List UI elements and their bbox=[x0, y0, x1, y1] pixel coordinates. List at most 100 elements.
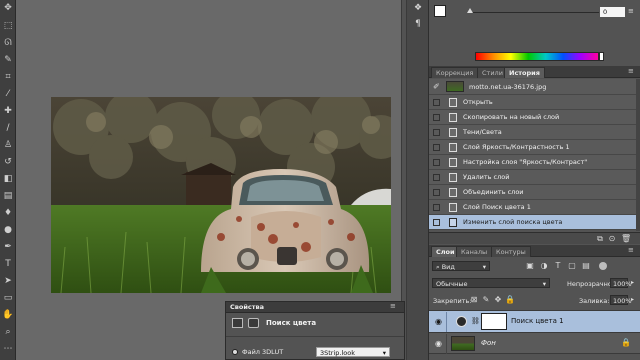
hand-tool-icon[interactable]: ✋ bbox=[2, 309, 14, 321]
lasso-tool-icon[interactable]: ᘏ bbox=[2, 37, 14, 49]
lock-position-icon[interactable]: ✥ bbox=[493, 295, 503, 305]
foreground-color-swatch[interactable] bbox=[434, 5, 446, 17]
layer-name[interactable]: Фон bbox=[481, 339, 496, 347]
history-source-checkbox[interactable] bbox=[433, 129, 440, 136]
quick-select-tool-icon[interactable]: ✎ bbox=[2, 54, 14, 66]
history-state-item[interactable]: Изменить слой поиска цвета bbox=[429, 215, 636, 230]
lock-transparency-icon[interactable]: ⊠ bbox=[469, 295, 479, 305]
history-state-item[interactable]: Тени/Света bbox=[429, 125, 636, 140]
history-state-item[interactable]: Настройка слоя "Яркость/Контраст" bbox=[429, 155, 636, 170]
panel-menu-icon[interactable]: ≡ bbox=[628, 7, 638, 17]
blend-mode-select[interactable]: Обычные ▾ bbox=[432, 278, 550, 288]
white-swatch[interactable] bbox=[599, 52, 604, 61]
tab-adjustments[interactable]: Коррекция bbox=[431, 67, 479, 78]
lock-all-icon[interactable]: 🔒 bbox=[505, 295, 515, 305]
history-state-item[interactable]: Открыть bbox=[429, 95, 636, 110]
lock-icon: 🔒 bbox=[621, 338, 631, 347]
filter-pixel-icon[interactable]: ▣ bbox=[525, 261, 535, 271]
layer-mask-thumbnail[interactable] bbox=[481, 313, 507, 330]
history-state-item[interactable]: Удалить слой bbox=[429, 170, 636, 185]
history-source-checkbox[interactable] bbox=[433, 159, 440, 166]
color-ramp[interactable] bbox=[475, 52, 599, 61]
color-slider-track[interactable] bbox=[469, 12, 599, 13]
layer-name[interactable]: Поиск цвета 1 bbox=[511, 317, 564, 325]
history-state-icon bbox=[449, 218, 457, 227]
snapshot-thumbnail bbox=[446, 81, 464, 92]
chevron-right-icon[interactable]: ▸ bbox=[631, 279, 634, 286]
zoom-tool-icon[interactable]: ⌕ bbox=[2, 326, 14, 338]
camera-snapshot-icon[interactable]: ⊙ bbox=[607, 234, 617, 244]
shape-tool-icon[interactable]: ▭ bbox=[2, 292, 14, 304]
layer-filter-select[interactable]: ⌕ Вид ▾ bbox=[432, 261, 490, 271]
3dlut-select[interactable]: 3Strip.look ▾ bbox=[316, 347, 390, 357]
radio-3dlut[interactable] bbox=[232, 349, 238, 355]
eyedropper-tool-icon[interactable]: ⁄ bbox=[2, 88, 14, 100]
more-tools-icon[interactable]: ⋯ bbox=[2, 343, 14, 355]
history-state-label: Изменить слой поиска цвета bbox=[463, 218, 563, 226]
properties-subtitle: Поиск цвета bbox=[266, 319, 317, 327]
color-slider-value[interactable]: 0 bbox=[600, 7, 625, 17]
history-state-item[interactable]: Объединить слои bbox=[429, 185, 636, 200]
eye-visibility-icon[interactable]: ◉ bbox=[435, 317, 442, 326]
history-state-label: Слой Поиск цвета 1 bbox=[463, 203, 531, 211]
adjustment-icon[interactable] bbox=[232, 318, 243, 328]
document-image[interactable] bbox=[51, 97, 391, 293]
properties-header[interactable]: Свойства ≡ bbox=[226, 302, 404, 313]
marquee-tool-icon[interactable]: ⬚ bbox=[2, 20, 14, 32]
layer-row[interactable]: ◉ ⛓ Поиск цвета 1 bbox=[429, 310, 640, 332]
move-tool-icon[interactable]: ✥ bbox=[2, 2, 14, 14]
brush-tool-icon[interactable]: / bbox=[2, 122, 14, 134]
color-slider-thumb[interactable] bbox=[467, 8, 473, 13]
history-scrollbar[interactable] bbox=[636, 79, 640, 231]
type-tool-icon[interactable]: T bbox=[2, 258, 14, 270]
history-brush-tool-icon[interactable]: ↺ bbox=[2, 156, 14, 168]
lock-pixels-icon[interactable]: ✎ bbox=[481, 295, 491, 305]
layer-divider bbox=[446, 312, 447, 332]
gradient-tool-icon[interactable]: ▤ bbox=[2, 190, 14, 202]
history-source-checkbox[interactable] bbox=[433, 204, 440, 211]
layer-row[interactable]: ◉ Фон 🔒 bbox=[429, 332, 640, 354]
history-source-checkbox[interactable] bbox=[433, 114, 440, 121]
crop-tool-icon[interactable]: ⌗ bbox=[2, 71, 14, 83]
filter-toggle-icon[interactable] bbox=[599, 262, 607, 270]
path-select-tool-icon[interactable]: ➤ bbox=[2, 275, 14, 287]
chevron-down-icon: ▾ bbox=[482, 263, 486, 271]
blur-tool-icon[interactable]: ♦ bbox=[2, 207, 14, 219]
history-state-icon bbox=[449, 188, 457, 197]
filter-smart-object-icon[interactable]: ▤ bbox=[581, 261, 591, 271]
history-snapshot[interactable]: ✐ motto.net.ua-36176.jpg bbox=[429, 79, 636, 95]
eye-visibility-icon[interactable]: ◉ bbox=[435, 339, 442, 348]
healing-brush-tool-icon[interactable]: ✚ bbox=[2, 105, 14, 117]
pen-tool-icon[interactable]: ✒ bbox=[2, 241, 14, 253]
opacity-input[interactable]: 100% bbox=[610, 278, 632, 288]
history-source-checkbox[interactable] bbox=[433, 144, 440, 151]
history-panel-icon[interactable]: ❖ bbox=[411, 2, 425, 14]
history-state-item[interactable]: Слой Поиск цвета 1 bbox=[429, 200, 636, 215]
history-brush-source-icon[interactable]: ✐ bbox=[433, 82, 440, 91]
mask-icon[interactable] bbox=[248, 318, 259, 328]
filter-shape-icon[interactable]: ▢ bbox=[567, 261, 577, 271]
history-source-checkbox[interactable] bbox=[433, 174, 440, 181]
tab-paths[interactable]: Контуры bbox=[491, 246, 531, 257]
history-source-checkbox[interactable] bbox=[433, 99, 440, 106]
paragraph-panel-icon[interactable]: ¶ bbox=[411, 18, 425, 30]
trash-icon[interactable]: 🗑 bbox=[621, 234, 631, 244]
history-source-checkbox[interactable] bbox=[433, 189, 440, 196]
panel-menu-icon[interactable]: ≡ bbox=[628, 67, 634, 75]
dodge-tool-icon[interactable]: ● bbox=[2, 224, 14, 236]
history-state-item[interactable]: Скопировать на новый слой bbox=[429, 110, 636, 125]
filter-adjustment-icon[interactable]: ◑ bbox=[539, 261, 549, 271]
panel-menu-icon[interactable]: ≡ bbox=[390, 302, 396, 310]
tab-history[interactable]: История bbox=[504, 67, 545, 78]
chain-link-icon[interactable]: ⛓ bbox=[471, 317, 480, 325]
eraser-tool-icon[interactable]: ◧ bbox=[2, 173, 14, 185]
history-source-checkbox[interactable] bbox=[433, 219, 440, 226]
panel-menu-icon[interactable]: ≡ bbox=[628, 246, 634, 254]
clone-stamp-tool-icon[interactable]: ♙ bbox=[2, 139, 14, 151]
fill-input[interactable]: 100% bbox=[610, 295, 632, 305]
new-document-from-state-icon[interactable]: ⧉ bbox=[595, 234, 605, 244]
chevron-right-icon[interactable]: ▸ bbox=[631, 296, 634, 303]
filter-type-icon[interactable]: T bbox=[553, 261, 563, 271]
history-state-item[interactable]: Слой Яркость/Контрастность 1 bbox=[429, 140, 636, 155]
tab-channels[interactable]: Каналы bbox=[456, 246, 493, 257]
